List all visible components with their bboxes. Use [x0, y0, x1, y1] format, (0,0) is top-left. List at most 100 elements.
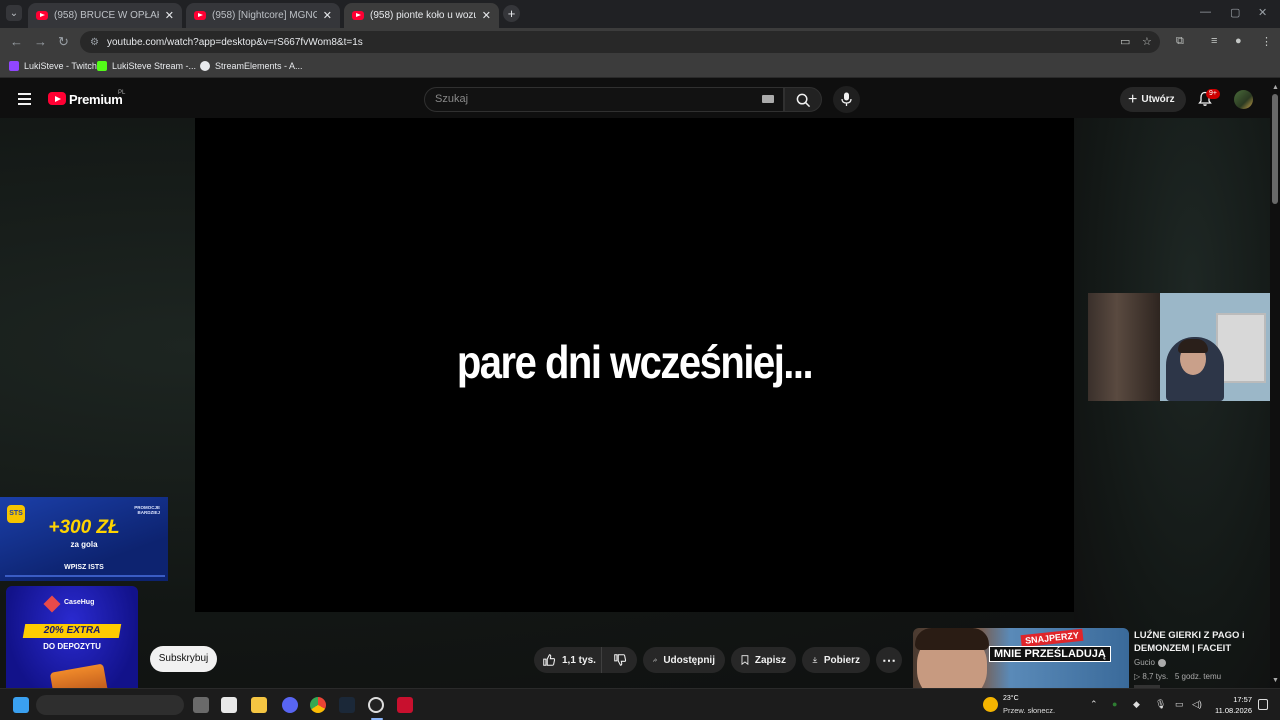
twitch-icon	[9, 61, 19, 71]
weather-sun-icon[interactable]	[983, 697, 998, 712]
discord-icon[interactable]	[282, 697, 298, 713]
browser-tab-strip: ⌄ (958) BRUCE W OPŁAKANEJ SY ✕ (958) [Ni…	[0, 0, 1280, 28]
tray-expand-icon[interactable]: ⌃	[1090, 699, 1098, 710]
new-tab-icon[interactable]: +	[503, 5, 520, 22]
tab-search-icon[interactable]: ⌄	[6, 5, 22, 21]
media-control-icon[interactable]: ≡	[1211, 35, 1217, 47]
bookmark-twitch[interactable]: LukiSteve - Twitch	[9, 61, 97, 71]
notification-center-icon[interactable]	[1258, 699, 1268, 710]
browser-menu-icon[interactable]: ⋮	[1261, 35, 1272, 48]
bookmarks-bar: LukiSteve - Twitch LukiSteve Stream -...…	[0, 56, 1280, 78]
tab-1[interactable]: (958) BRUCE W OPŁAKANEJ SY ✕	[28, 3, 182, 28]
create-button[interactable]: + Utwórz	[1120, 87, 1186, 112]
maximize-icon[interactable]: ▢	[1230, 6, 1240, 19]
like-button[interactable]: 1,1 tys.	[534, 647, 602, 673]
account-avatar[interactable]	[1234, 90, 1253, 109]
bookmark-label: StreamElements - A...	[215, 61, 303, 71]
youtube-brand[interactable]: Premium	[69, 92, 123, 107]
save-button[interactable]: Zapisz	[731, 647, 796, 673]
weather-description: Przew. słonecz.	[1003, 706, 1056, 715]
obs-icon[interactable]	[368, 697, 384, 713]
chrome-icon[interactable]	[310, 697, 326, 713]
notification-count-badge: 9+	[1206, 89, 1220, 99]
tab-2[interactable]: (958) [Nightcore] MGNG - BEL ✕	[186, 3, 340, 28]
bookmark-kick[interactable]: LukiSteve Stream -...	[97, 61, 196, 71]
tray-app-icon[interactable]: ●	[1112, 699, 1117, 709]
forward-icon[interactable]: →	[34, 34, 47, 49]
tab-title: (958) [Nightcore] MGNG - BEL	[212, 10, 317, 21]
tray-steam-icon[interactable]: ◆	[1133, 699, 1140, 710]
dislike-button[interactable]	[602, 647, 637, 673]
window-close-icon[interactable]: ✕	[1258, 6, 1267, 19]
voice-search-button[interactable]	[833, 86, 860, 113]
windows-taskbar: 23°C Przew. słonecz. ⌃ ● ◆ 🎙︎ ▭ ◁) 17:57…	[0, 688, 1280, 720]
scroll-down-icon[interactable]: ▼	[1272, 677, 1279, 684]
network-icon[interactable]: ▭	[1175, 699, 1184, 710]
verified-icon	[1157, 658, 1166, 667]
microphone-icon	[841, 92, 852, 106]
share-icon	[653, 658, 658, 662]
clock-date[interactable]: 11.08.2026	[1212, 706, 1252, 715]
tray-mic-icon[interactable]: 🎙︎	[1155, 699, 1166, 710]
channel-name: Gucio	[1134, 658, 1155, 667]
recommended-video-thumbnail[interactable]: SNAJPERZY MNIE PRZEŚLADUJĄ	[913, 628, 1129, 688]
thumbs-up-icon	[543, 654, 556, 666]
close-tab-icon[interactable]: ✕	[165, 9, 174, 22]
back-icon[interactable]: ←	[10, 34, 23, 49]
search-icon	[796, 93, 811, 108]
scroll-thumb[interactable]	[1272, 94, 1278, 204]
site-info-icon[interactable]: ⚙	[90, 37, 99, 48]
close-tab-icon[interactable]: ✕	[323, 9, 332, 22]
youtube-header: Premium PL Szukaj + Utwórz 9+	[0, 80, 1280, 118]
minimize-icon[interactable]: —	[1200, 6, 1211, 18]
create-label: Utwórz	[1141, 94, 1175, 105]
bookmark-icon	[741, 655, 749, 666]
volume-icon[interactable]: ◁)	[1192, 699, 1202, 710]
notepad-icon[interactable]	[221, 697, 237, 713]
close-tab-icon[interactable]: ✕	[482, 9, 491, 22]
app-shield-icon[interactable]	[397, 697, 413, 713]
webcam-hair	[1178, 339, 1208, 353]
reload-icon[interactable]: ↻	[58, 34, 69, 50]
keyboard-icon[interactable]	[762, 95, 774, 103]
file-explorer-icon[interactable]	[251, 697, 267, 713]
more-dots-icon: ⋯	[882, 651, 896, 668]
extensions-icon[interactable]: ⧉	[1176, 35, 1184, 48]
cast-icon[interactable]: ▭	[1120, 35, 1130, 48]
youtube-favicon-icon	[36, 11, 48, 20]
download-button[interactable]: Pobierz	[802, 647, 870, 673]
windows-start-icon[interactable]	[13, 697, 29, 713]
webcam-overlay	[1088, 293, 1280, 401]
taskbar-search[interactable]	[36, 695, 184, 715]
steam-icon[interactable]	[339, 697, 355, 713]
scroll-up-icon[interactable]: ▲	[1272, 84, 1279, 91]
share-button[interactable]: Udostępnij	[643, 647, 725, 673]
task-view-icon[interactable]	[193, 697, 209, 713]
upload-time: 5 godz. temu	[1174, 672, 1222, 681]
bookmark-star-icon[interactable]: ☆	[1142, 35, 1152, 48]
recommended-video-title[interactable]: LUŹNE GIERKI Z PAGO i DEMONZEM | FACEIT	[1134, 629, 1270, 655]
menu-icon[interactable]	[18, 93, 31, 105]
clock-time[interactable]: 17:57	[1230, 695, 1252, 704]
search-button[interactable]	[784, 87, 822, 112]
bookmark-streamelements[interactable]: StreamElements - A...	[200, 61, 303, 71]
page-scrollbar[interactable]: ▲ ▼	[1270, 80, 1280, 688]
tab-3-active[interactable]: (958) pionte koło u wozu - You ✕	[344, 3, 499, 28]
search-input[interactable]: Szukaj	[424, 87, 784, 112]
subscribe-button[interactable]: Subskrybuj	[150, 646, 217, 672]
sts-ad-banner[interactable]: STS PROMOCJE BARDZIEJ +300 ZŁ za gola WP…	[0, 497, 168, 581]
youtube-favicon-icon	[194, 11, 206, 20]
youtube-logo-icon[interactable]	[48, 92, 66, 105]
download-label: Pobierz	[823, 654, 860, 666]
video-player[interactable]: pare dni wcześniej...	[195, 118, 1074, 612]
more-actions-button[interactable]: ⋯	[876, 647, 902, 673]
video-caption-text: pare dni wcześniej...	[456, 337, 814, 389]
kick-icon	[97, 61, 107, 71]
search-placeholder: Szukaj	[435, 93, 469, 105]
ambient-background-right	[1074, 118, 1270, 688]
address-bar[interactable]: ⚙ youtube.com/watch?app=desktop&v=rS667f…	[80, 31, 1160, 53]
like-count: 1,1 tys.	[562, 654, 596, 666]
profile-icon[interactable]: ●	[1235, 35, 1242, 47]
view-count: ▷ 8,7 tys.	[1134, 672, 1169, 681]
recommended-channel[interactable]: Gucio	[1134, 658, 1166, 667]
